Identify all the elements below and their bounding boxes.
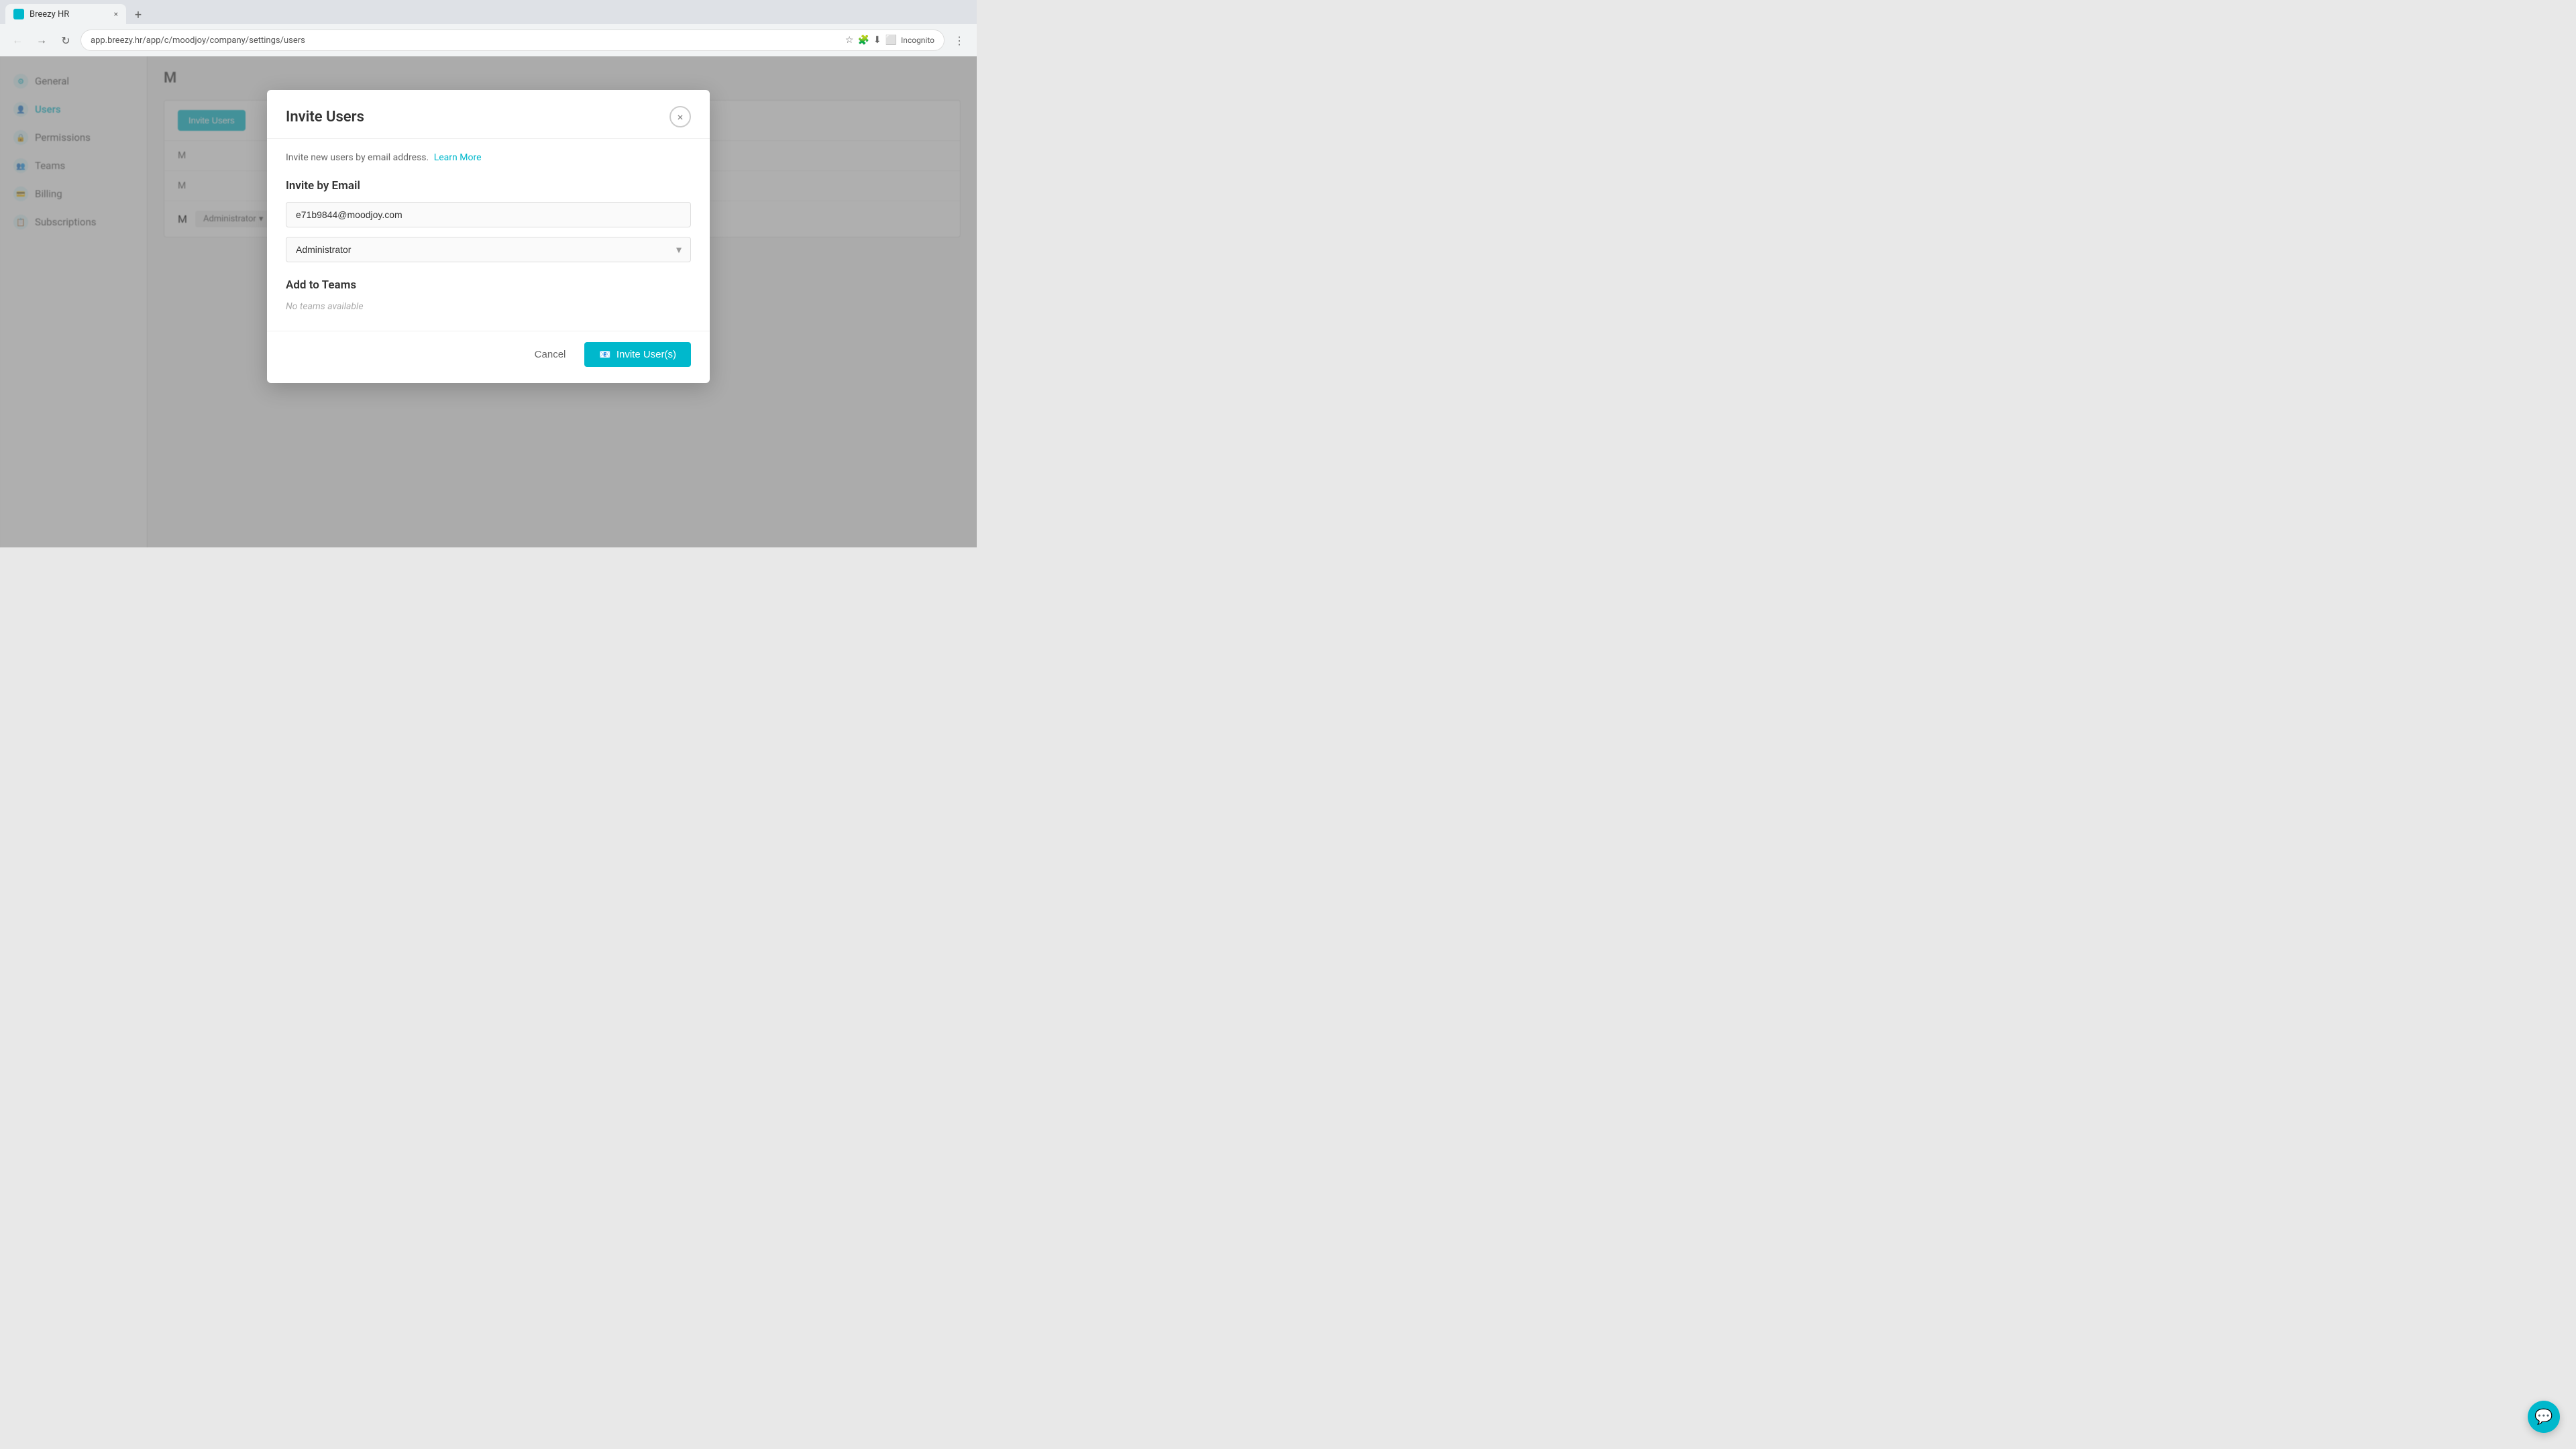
invite-btn-label: Invite User(s) bbox=[616, 349, 676, 360]
email-input[interactable] bbox=[286, 202, 691, 227]
bookmark-icon[interactable]: ☆ bbox=[845, 35, 854, 46]
invite-btn-icon: 📧 bbox=[599, 349, 610, 360]
invite-users-submit-button[interactable]: 📧 Invite User(s) bbox=[584, 342, 691, 367]
download-icon[interactable]: ⬇ bbox=[873, 35, 881, 46]
address-bar[interactable]: app.breezy.hr/app/c/moodjoy/company/sett… bbox=[80, 30, 945, 51]
invite-users-modal: Invite Users × Invite new users by email… bbox=[267, 90, 710, 383]
invite-by-email-title: Invite by Email bbox=[286, 179, 691, 193]
learn-more-link[interactable]: Learn More bbox=[434, 152, 482, 163]
incognito-label: Incognito bbox=[901, 36, 934, 45]
back-button[interactable]: ← bbox=[8, 31, 27, 50]
tab-close-icon[interactable]: × bbox=[114, 9, 118, 19]
add-to-teams-title: Add to Teams bbox=[286, 278, 691, 292]
new-tab-button[interactable]: + bbox=[129, 5, 148, 24]
modal-body: Invite new users by email address. Learn… bbox=[267, 139, 710, 331]
role-select-wrapper: Administrator Recruiter Hiring Manager I… bbox=[286, 237, 691, 262]
role-select[interactable]: Administrator Recruiter Hiring Manager I… bbox=[286, 237, 691, 262]
modal-overlay: Invite Users × Invite new users by email… bbox=[0, 56, 977, 547]
tab-title: Breezy HR bbox=[30, 9, 69, 19]
cancel-button[interactable]: Cancel bbox=[524, 343, 577, 366]
reload-button[interactable]: ↻ bbox=[56, 31, 75, 50]
forward-button[interactable]: → bbox=[32, 31, 51, 50]
extensions-icon[interactable]: 🧩 bbox=[857, 35, 869, 46]
close-icon: × bbox=[678, 111, 684, 123]
modal-subtitle: Invite new users by email address. Learn… bbox=[286, 152, 691, 163]
tab-favicon bbox=[13, 9, 24, 19]
modal-title: Invite Users bbox=[286, 109, 364, 125]
no-teams-text: No teams available bbox=[286, 301, 691, 312]
address-bar-row: ← → ↻ app.breezy.hr/app/c/moodjoy/compan… bbox=[0, 24, 977, 56]
browser-menu-button[interactable]: ⋮ bbox=[950, 31, 969, 50]
modal-header: Invite Users × bbox=[267, 90, 710, 139]
modal-close-button[interactable]: × bbox=[669, 106, 691, 127]
browser-tab[interactable]: Breezy HR × bbox=[5, 4, 126, 24]
app-background: ⚙ General 👤 Users 🔒 Permissions 👥 Teams … bbox=[0, 56, 977, 547]
address-text: app.breezy.hr/app/c/moodjoy/company/sett… bbox=[91, 36, 305, 46]
layout-icon[interactable]: ⬜ bbox=[885, 35, 897, 46]
modal-footer: Cancel 📧 Invite User(s) bbox=[267, 331, 710, 383]
add-to-teams-section: Add to Teams No teams available bbox=[286, 278, 691, 312]
